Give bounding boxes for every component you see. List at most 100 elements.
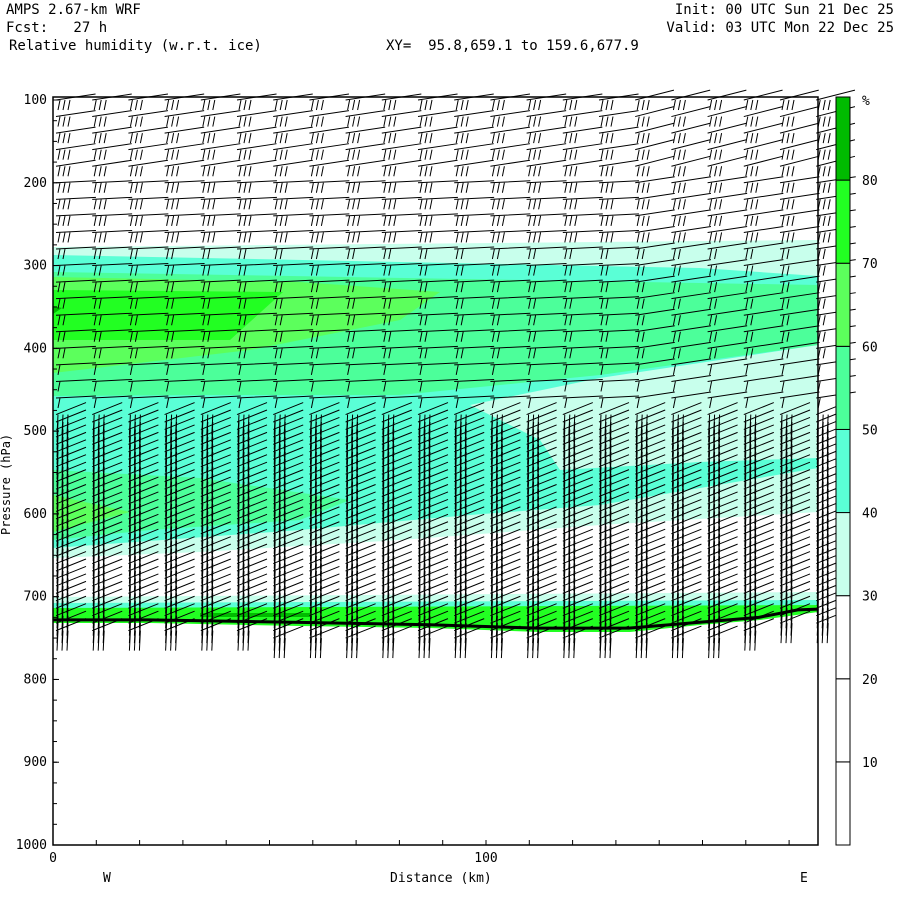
wind-barb: [490, 126, 531, 144]
wind-barb: [417, 159, 458, 177]
wind-barb: [417, 543, 449, 577]
colorbar-swatch: [835, 595, 851, 680]
wind-barb: [526, 551, 557, 584]
wind-barb: [273, 565, 304, 599]
wind-barb: [635, 122, 675, 144]
wind-barb: [526, 536, 557, 569]
wind-barb: [635, 106, 675, 127]
wind-barb: [779, 155, 819, 177]
wind-barb: [635, 521, 666, 554]
wind-barb: [236, 180, 277, 193]
colorbar-label: 70: [862, 257, 878, 272]
wind-barb: [562, 159, 603, 177]
wind-barb: [164, 213, 205, 226]
wind-barb: [635, 192, 675, 210]
wind-barb: [345, 213, 386, 226]
wind-barb: [381, 551, 412, 584]
wind-barb: [779, 176, 820, 193]
wind-barb: [671, 122, 711, 144]
wind-barb: [200, 558, 231, 592]
colorbar: 10 20 30 40 50 60 70 80: [835, 96, 878, 846]
wind-barb: [743, 513, 774, 547]
wind-barb: [92, 618, 123, 651]
wind-barb: [236, 229, 277, 243]
x-tick-label: 100: [474, 851, 497, 866]
wind-barb: [128, 110, 169, 127]
wind-barb: [562, 528, 593, 562]
wind-barb: [236, 126, 277, 144]
wind-barb: [164, 159, 205, 177]
wind-barb: [381, 159, 422, 177]
wind-barb: [779, 192, 820, 210]
wind-barb: [200, 126, 241, 144]
wind-barb: [671, 551, 702, 584]
wind-barb: [309, 110, 350, 127]
wind-barb: [598, 543, 630, 577]
wind-barb: [309, 196, 350, 210]
wind-barb: [200, 180, 241, 193]
wind-barb: [164, 229, 205, 243]
wind-barb: [707, 225, 748, 243]
wind-barb: [562, 143, 603, 160]
wind-barb: [779, 536, 811, 569]
wind-barb: [128, 565, 159, 599]
wind-barb: [345, 625, 376, 659]
wind-barb: [671, 155, 711, 177]
y-tick-label: 600: [24, 507, 47, 522]
wind-barb: [381, 180, 422, 193]
wind-barb: [345, 558, 376, 592]
wind-barb: [598, 110, 639, 127]
wind-barb: [92, 558, 123, 592]
wind-barb: [671, 225, 712, 243]
wind-barb: [635, 528, 666, 562]
wind-barb: [92, 126, 132, 144]
wind-barb: [92, 159, 132, 177]
wind-barb: [273, 126, 313, 144]
y-axis-label: Pressure (hPa): [0, 434, 13, 535]
wind-barb: [309, 543, 340, 577]
colorbar-unit: %: [862, 94, 870, 109]
wind-barb: [707, 528, 738, 562]
wind-barb: [236, 196, 277, 210]
wind-barb: [128, 229, 169, 243]
wind-barb: [55, 565, 87, 599]
wind-barb: [671, 536, 702, 569]
wind-barb: [707, 155, 747, 177]
wind-barb: [671, 625, 702, 659]
wind-barb: [526, 528, 557, 562]
x-tick-label: 0: [49, 851, 57, 866]
wind-barb: [273, 625, 304, 659]
wind-barb: [743, 618, 774, 651]
wind-barb: [779, 521, 811, 554]
wind-barb: [490, 159, 531, 177]
wind-barb: [562, 551, 593, 584]
wind-barb: [92, 551, 123, 584]
wind-barb: [345, 543, 376, 577]
wind-barb: [92, 110, 132, 127]
wind-barb: [200, 565, 231, 599]
wind-barb: [743, 528, 774, 562]
wind-barb: [743, 543, 774, 577]
wind-barb: [200, 143, 241, 160]
colorbar-swatch: [835, 512, 851, 597]
wind-barb: [345, 110, 386, 127]
wind-barb: [454, 229, 495, 243]
wind-barb: [598, 528, 630, 562]
y-tick-label: 100: [24, 93, 47, 108]
wind-barb: [635, 225, 675, 243]
colorbar-swatch: [835, 96, 851, 181]
wind-barb: [635, 558, 666, 592]
wind-barb: [273, 143, 313, 160]
wind-barb: [743, 536, 774, 569]
wind-barb: [454, 543, 485, 577]
colorbar-swatch: [835, 678, 851, 763]
wind-barb: [526, 126, 567, 144]
wind-barb: [128, 213, 169, 226]
wind-barb: [92, 213, 133, 226]
wind-barb: [779, 139, 819, 160]
wind-barb: [526, 229, 567, 243]
wind-barb: [55, 618, 87, 651]
wind-barb: [671, 543, 702, 577]
wind-barb: [273, 110, 313, 127]
wind-barb: [454, 110, 494, 127]
